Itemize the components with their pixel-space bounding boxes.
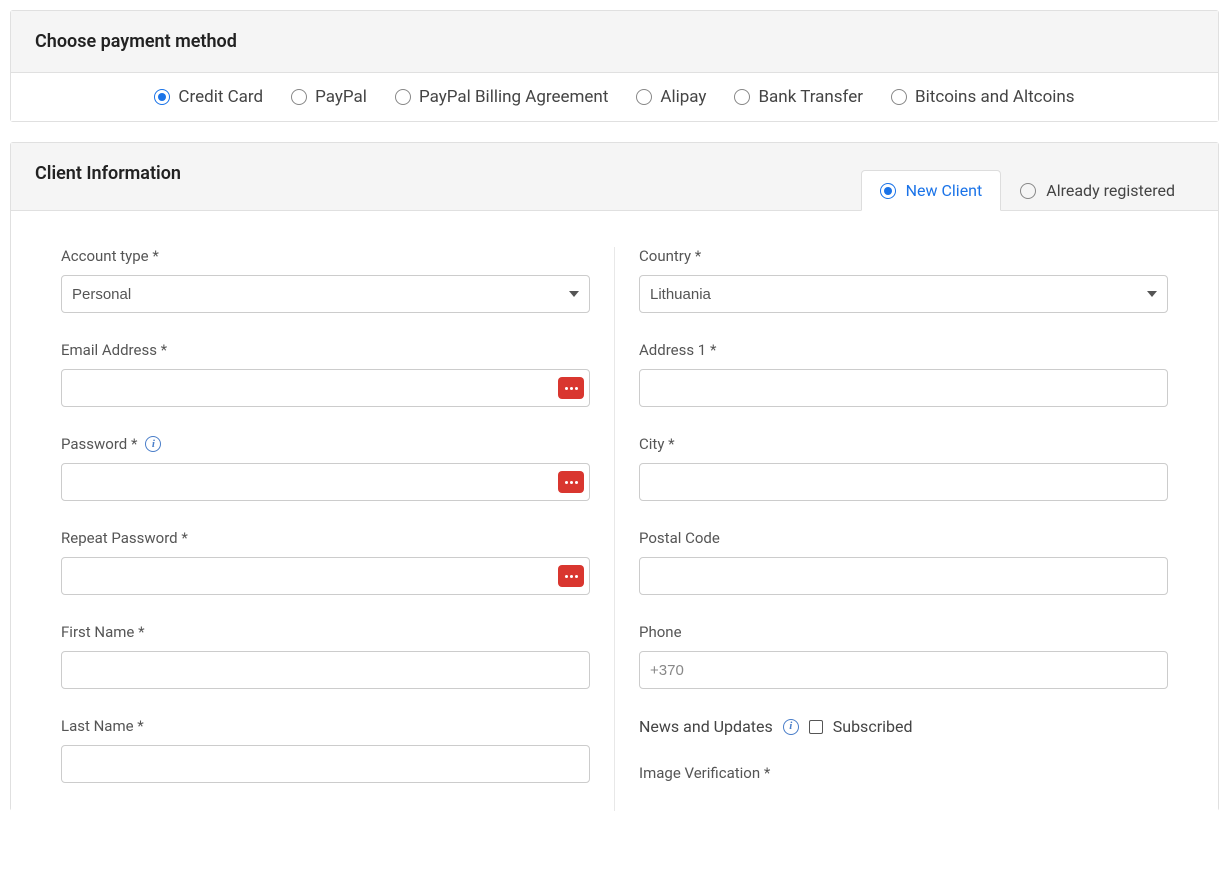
payment-option-paypal[interactable]: PayPal: [291, 87, 367, 107]
label-country: Country *: [639, 247, 1168, 265]
group-last-name: Last Name *: [61, 717, 590, 783]
label-postal: Postal Code: [639, 529, 1168, 547]
group-postal: Postal Code: [639, 529, 1168, 595]
group-repeat-password: Repeat Password *: [61, 529, 590, 595]
payment-option-paypal-billing[interactable]: PayPal Billing Agreement: [395, 87, 608, 107]
label-phone: Phone: [639, 623, 1168, 641]
radio-unchecked-icon: [1020, 183, 1036, 199]
group-country: Country * Lithuania: [639, 247, 1168, 313]
label-last-name: Last Name *: [61, 717, 590, 735]
client-tabs: New Client Already registered: [861, 170, 1194, 211]
label-first-name: First Name *: [61, 623, 590, 641]
radio-unchecked-icon: [734, 89, 750, 105]
group-first-name: First Name *: [61, 623, 590, 689]
tab-new-client[interactable]: New Client: [861, 170, 1002, 211]
country-select[interactable]: Lithuania: [639, 275, 1168, 313]
payment-option-label: Alipay: [660, 87, 706, 107]
group-phone: Phone: [639, 623, 1168, 689]
group-email: Email Address *: [61, 341, 590, 407]
group-account-type: Account type * Personal: [61, 247, 590, 313]
group-address1: Address 1 *: [639, 341, 1168, 407]
payment-option-bitcoins[interactable]: Bitcoins and Altcoins: [891, 87, 1075, 107]
label-image-verification: Image Verification *: [639, 764, 1168, 782]
password-manager-icon[interactable]: [558, 377, 584, 399]
label-news: News and Updates: [639, 717, 773, 736]
client-info-panel: Client Information New Client Already re…: [10, 142, 1219, 811]
payment-option-label: Bitcoins and Altcoins: [915, 87, 1075, 107]
client-info-title: Client Information: [35, 153, 181, 210]
subscribed-checkbox[interactable]: [809, 720, 823, 734]
payment-option-label: PayPal Billing Agreement: [419, 87, 608, 107]
postal-input[interactable]: [639, 557, 1168, 595]
label-email: Email Address *: [61, 341, 590, 359]
radio-unchecked-icon: [891, 89, 907, 105]
group-image-verification: Image Verification *: [639, 764, 1168, 782]
last-name-input[interactable]: [61, 745, 590, 783]
email-input[interactable]: [61, 369, 590, 407]
tab-already-registered[interactable]: Already registered: [1001, 170, 1194, 211]
form-columns: Account type * Personal Email Address * …: [61, 247, 1168, 811]
label-city: City *: [639, 435, 1168, 453]
payment-options-row: Credit Card PayPal PayPal Billing Agreem…: [35, 87, 1194, 107]
password-manager-icon[interactable]: [558, 565, 584, 587]
tab-label: New Client: [906, 181, 983, 200]
client-form-body: Account type * Personal Email Address * …: [11, 210, 1218, 811]
label-account-type: Account type *: [61, 247, 590, 265]
payment-option-label: Credit Card: [178, 87, 263, 107]
first-name-input[interactable]: [61, 651, 590, 689]
group-city: City *: [639, 435, 1168, 501]
form-col-right: Country * Lithuania Address 1 * City * P…: [615, 247, 1168, 811]
group-news: News and Updates i Subscribed: [639, 717, 1168, 736]
info-icon[interactable]: i: [145, 436, 161, 452]
radio-unchecked-icon: [636, 89, 652, 105]
payment-option-bank-transfer[interactable]: Bank Transfer: [734, 87, 863, 107]
info-icon[interactable]: i: [783, 719, 799, 735]
password-manager-icon[interactable]: [558, 471, 584, 493]
label-address1: Address 1 *: [639, 341, 1168, 359]
radio-checked-icon: [880, 183, 896, 199]
phone-input[interactable]: [639, 651, 1168, 689]
address1-input[interactable]: [639, 369, 1168, 407]
payment-method-panel: Choose payment method Credit Card PayPal…: [10, 10, 1219, 122]
radio-checked-icon: [154, 89, 170, 105]
client-info-header: Client Information New Client Already re…: [11, 143, 1218, 210]
subscribed-label: Subscribed: [833, 717, 913, 736]
payment-method-body: Credit Card PayPal PayPal Billing Agreem…: [11, 73, 1218, 121]
payment-option-label: Bank Transfer: [758, 87, 863, 107]
payment-method-title: Choose payment method: [11, 11, 1218, 73]
form-col-left: Account type * Personal Email Address * …: [61, 247, 615, 811]
group-password: Password * i: [61, 435, 590, 501]
radio-unchecked-icon: [291, 89, 307, 105]
payment-option-credit-card[interactable]: Credit Card: [154, 87, 263, 107]
payment-option-alipay[interactable]: Alipay: [636, 87, 706, 107]
city-input[interactable]: [639, 463, 1168, 501]
label-repeat-password: Repeat Password *: [61, 529, 590, 547]
repeat-password-input[interactable]: [61, 557, 590, 595]
payment-option-label: PayPal: [315, 87, 367, 107]
radio-unchecked-icon: [395, 89, 411, 105]
tab-label: Already registered: [1046, 181, 1175, 200]
label-password: Password *: [61, 435, 137, 453]
password-input[interactable]: [61, 463, 590, 501]
account-type-select[interactable]: Personal: [61, 275, 590, 313]
